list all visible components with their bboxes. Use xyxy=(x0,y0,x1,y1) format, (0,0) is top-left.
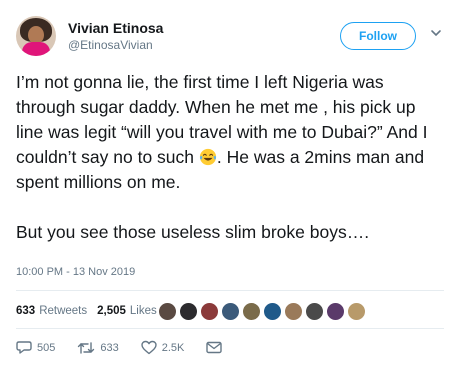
retweet-icon xyxy=(78,341,95,354)
likes-count: 2,505 xyxy=(97,305,126,317)
like-button[interactable]: 2.5K xyxy=(141,340,185,355)
divider xyxy=(16,290,444,291)
liker-avatar[interactable] xyxy=(242,302,261,321)
liker-avatar[interactable] xyxy=(158,302,177,321)
reply-count: 505 xyxy=(37,341,56,354)
user-handle[interactable]: @EtinosaVivian xyxy=(68,38,153,52)
follow-button[interactable]: Follow xyxy=(340,22,416,50)
retweets-label: Retweets xyxy=(39,305,88,317)
liker-avatar[interactable] xyxy=(305,302,324,321)
divider xyxy=(16,328,444,329)
liker-avatar[interactable] xyxy=(221,302,240,321)
tweet-timestamp[interactable]: 10:00 PM - 13 Nov 2019 xyxy=(16,266,135,278)
likes-stat[interactable]: 2,505 Likes xyxy=(97,305,157,317)
avatar[interactable] xyxy=(16,16,56,56)
direct-message-button[interactable] xyxy=(206,341,227,354)
retweets-count: 633 xyxy=(16,305,36,317)
tweet-header: Vivian Etinosa @EtinosaVivian Follow xyxy=(16,16,444,60)
liker-avatars xyxy=(158,302,368,321)
retweet-count: 633 xyxy=(100,341,119,354)
tweet-paragraph-2: But you see those useless slim broke boy… xyxy=(16,222,370,242)
liker-avatar[interactable] xyxy=(179,302,198,321)
tweet-actions: 505 633 2.5K xyxy=(16,340,249,355)
tweet-text: I’m not gonna lie, the first time I left… xyxy=(16,70,446,245)
liker-avatar[interactable] xyxy=(326,302,345,321)
reply-icon xyxy=(16,341,32,354)
laughing-crying-emoji-icon xyxy=(199,148,216,166)
tweet-stats: 633 Retweets 2,505 Likes xyxy=(16,300,167,322)
chevron-down-icon[interactable] xyxy=(430,28,442,38)
user-name[interactable]: Vivian Etinosa xyxy=(68,20,163,36)
likes-label: Likes xyxy=(129,305,157,317)
retweets-stat[interactable]: 633 Retweets xyxy=(16,305,87,317)
liker-avatar[interactable] xyxy=(200,302,219,321)
liker-avatar[interactable] xyxy=(347,302,366,321)
heart-icon xyxy=(141,340,157,355)
liker-avatar[interactable] xyxy=(263,302,282,321)
reply-button[interactable]: 505 xyxy=(16,340,55,355)
like-count: 2.5K xyxy=(161,341,185,354)
retweet-button[interactable]: 633 xyxy=(77,341,119,355)
tweet-paragraph-1: I’m not gonna lie, the first time I left… xyxy=(16,70,446,195)
liker-avatar[interactable] xyxy=(284,302,303,321)
envelope-icon xyxy=(206,341,223,354)
